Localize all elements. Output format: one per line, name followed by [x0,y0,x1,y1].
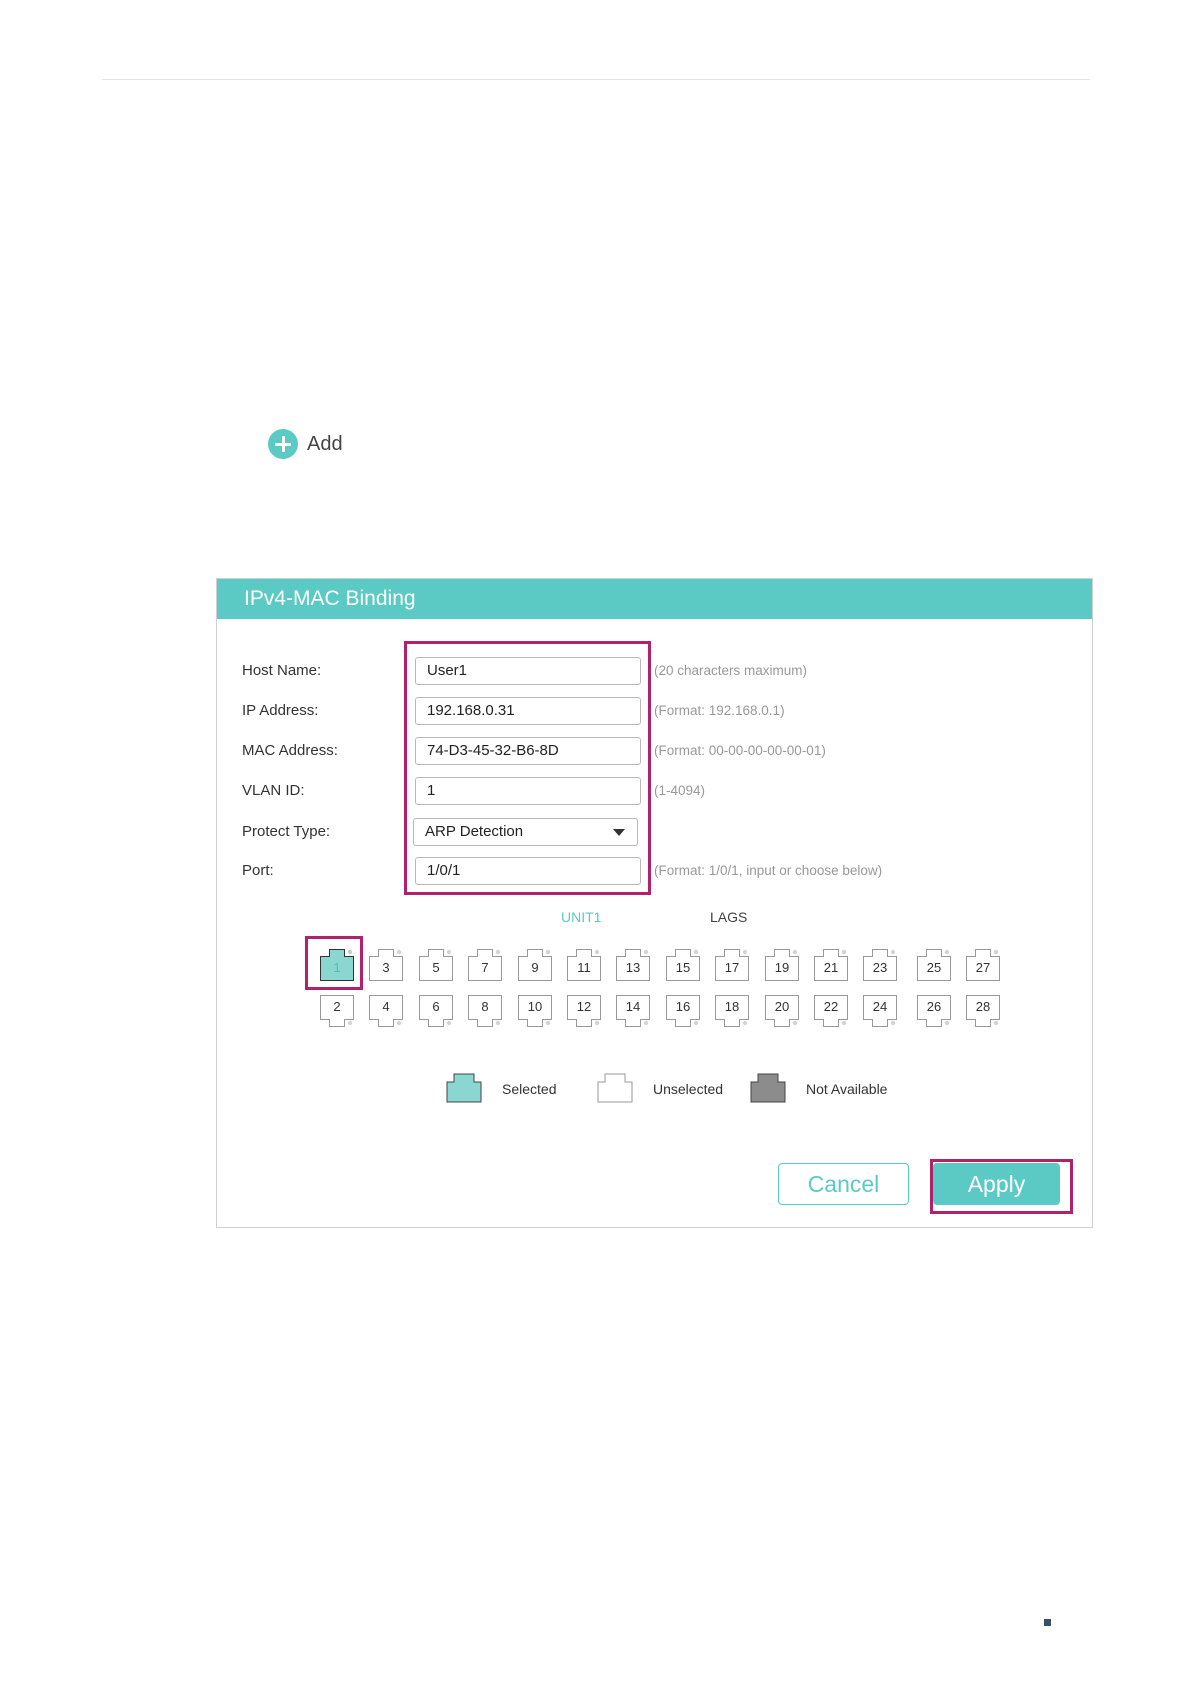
vlan-id-input[interactable]: 1 [415,777,641,805]
port-number: 2 [333,999,341,1014]
port-number: 21 [823,960,839,975]
mac-address-input[interactable]: 74-D3-45-32-B6-8D [415,737,641,765]
tab-unit1[interactable]: UNIT1 [561,909,601,925]
port-label: Port: [242,862,274,879]
add-label: Add [307,432,343,455]
panel-title: IPv4-MAC Binding [217,579,1092,619]
port-number: 27 [975,960,991,975]
port-number: 1 [333,960,341,975]
port-21[interactable]: 21 [814,947,848,981]
port-number: 4 [382,999,390,1014]
port-12[interactable]: 12 [567,995,601,1029]
port-23[interactable]: 23 [863,947,897,981]
port-number: 16 [675,999,691,1014]
ip-address-input[interactable]: 192.168.0.31 [415,697,641,725]
port-14[interactable]: 14 [616,995,650,1029]
legend-selected-label: Selected [502,1081,557,1097]
top-divider [102,79,1090,80]
port-number: 9 [531,960,539,975]
port-5[interactable]: 5 [419,947,453,981]
port-10[interactable]: 10 [518,995,552,1029]
port-19[interactable]: 19 [765,947,799,981]
port-17[interactable]: 17 [715,947,749,981]
port-7[interactable]: 7 [468,947,502,981]
port-20[interactable]: 20 [765,995,799,1029]
port-number: 23 [872,960,888,975]
port-15[interactable]: 15 [666,947,700,981]
port-1[interactable]: 1 [320,947,354,981]
port-number: 3 [382,960,390,975]
legend-not-available-icon [750,1073,786,1103]
host-name-input[interactable]: User1 [415,657,641,685]
vlan-id-hint: (1-4094) [654,783,706,798]
port-number: 12 [576,999,592,1014]
port-hint: (Format: 1/0/1, input or choose below) [654,863,883,878]
port-input[interactable]: 1/0/1 [415,857,641,885]
port-number: 19 [774,960,790,975]
port-number: 24 [872,999,888,1014]
protect-type-label: Protect Type: [242,823,331,840]
port-number: 13 [625,960,641,975]
host-name-hint: (20 characters maximum) [654,663,808,678]
host-name-label: Host Name: [242,662,322,679]
port-18[interactable]: 18 [715,995,749,1029]
port-6[interactable]: 6 [419,995,453,1029]
port-2[interactable]: 2 [320,995,354,1029]
ip-address-label: IP Address: [242,702,319,719]
port-25[interactable]: 25 [917,947,951,981]
port-number: 28 [975,999,991,1014]
ip-address-hint: (Format: 192.168.0.1) [654,703,785,718]
port-number: 10 [527,999,543,1014]
port-number: 17 [724,960,740,975]
port-number: 22 [823,999,839,1014]
plus-circle-icon [268,429,298,459]
port-3[interactable]: 3 [369,947,403,981]
legend-unselected-label: Unselected [653,1081,724,1097]
port-24[interactable]: 24 [863,995,897,1029]
legend-not-available-label: Not Available [806,1081,888,1097]
port-9[interactable]: 9 [518,947,552,981]
protect-type-value: ARP Detection [425,823,524,840]
legend-selected-icon [446,1073,482,1103]
port-8[interactable]: 8 [468,995,502,1029]
cancel-button[interactable]: Cancel [778,1163,909,1205]
port-number: 11 [577,960,591,975]
port-number: 15 [675,960,691,975]
ipv4-mac-binding-panel: IPv4-MAC Binding Host Name: User1 (20 ch… [216,578,1093,1228]
port-number: 14 [625,999,641,1014]
protect-type-select[interactable]: ARP Detection [413,818,638,846]
port-28[interactable]: 28 [966,995,1000,1029]
port-4[interactable]: 4 [369,995,403,1029]
port-number: 7 [481,960,489,975]
port-number: 20 [774,999,790,1014]
mac-address-label: MAC Address: [242,742,338,759]
page-marker [1044,1619,1051,1626]
port-27[interactable]: 27 [966,947,1000,981]
port-number: 6 [432,999,440,1014]
port-16[interactable]: 16 [666,995,700,1029]
port-number: 8 [481,999,489,1014]
mac-address-hint: (Format: 00-00-00-00-00-01) [654,743,826,758]
port-number: 5 [432,960,440,975]
apply-button[interactable]: Apply [933,1163,1060,1205]
port-number: 18 [724,999,740,1014]
port-22[interactable]: 22 [814,995,848,1029]
tab-lags[interactable]: LAGS [710,909,747,925]
chevron-down-icon [613,829,625,836]
legend-unselected-icon [597,1073,633,1103]
port-13[interactable]: 13 [616,947,650,981]
port-11[interactable]: 11 [567,947,601,981]
vlan-id-label: VLAN ID: [242,782,305,799]
port-number: 26 [926,999,942,1014]
port-number: 25 [926,960,942,975]
port-26[interactable]: 26 [917,995,951,1029]
add-button[interactable]: Add [268,429,343,459]
